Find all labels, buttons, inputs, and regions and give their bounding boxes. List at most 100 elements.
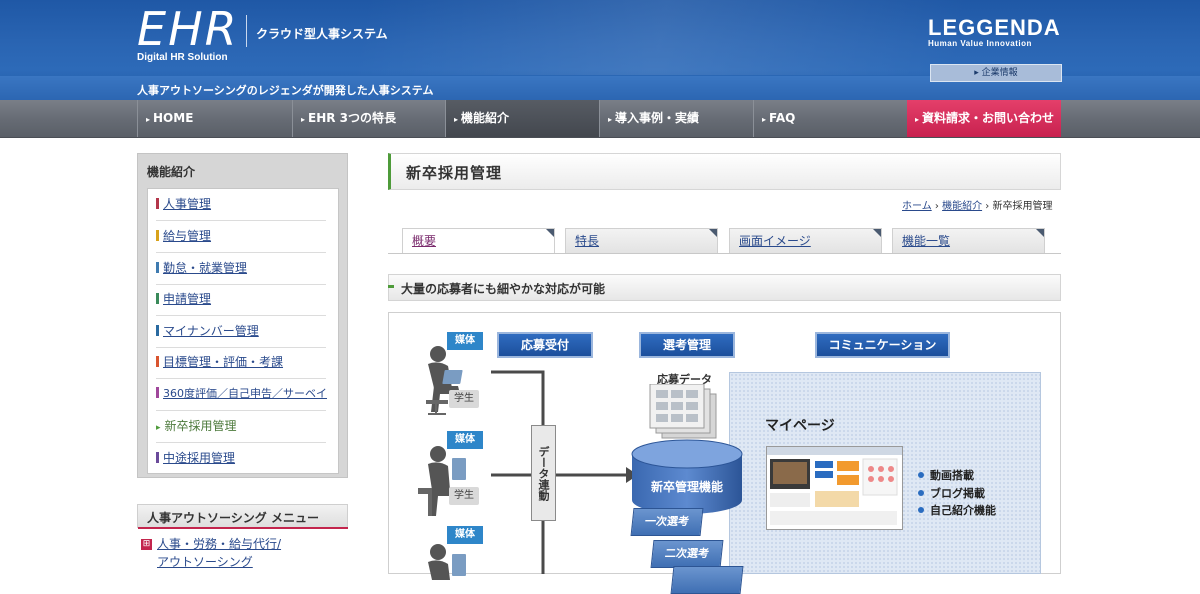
- data-link-box: データ連動: [531, 425, 556, 521]
- tab-label: 画面イメージ: [739, 234, 811, 248]
- sidebar-item-payroll[interactable]: 給与管理: [156, 226, 211, 246]
- student-person-icon: [418, 446, 466, 516]
- nav-label: 資料請求・お問い合わせ: [922, 111, 1055, 125]
- item-marker: [156, 356, 159, 367]
- mypage-title: マイページ: [765, 418, 835, 434]
- media-badge: 媒体: [447, 526, 483, 544]
- sidebar-item-evaluation[interactable]: 目標管理・評価・考課: [156, 352, 283, 372]
- tab-features[interactable]: 特長: [565, 228, 718, 253]
- nav-contact[interactable]: ▸ 資料請求・お問い合わせ: [907, 100, 1061, 137]
- feature-video: 動画搭載: [918, 467, 974, 483]
- outsourcing-link-cont[interactable]: アウトソーシング: [157, 553, 253, 570]
- item-marker: [156, 452, 159, 463]
- item-marker: [156, 325, 159, 336]
- breadcrumb-features[interactable]: 機能紹介: [942, 201, 982, 212]
- divider: [156, 252, 326, 253]
- nav-label: 導入事例・実績: [615, 111, 700, 125]
- nav-faq[interactable]: ▸ FAQ: [753, 100, 907, 137]
- nav-features-three[interactable]: ▸ EHR 3つの特長: [292, 100, 445, 137]
- student-badge: 学生: [449, 487, 479, 505]
- breadcrumb-home[interactable]: ホーム: [902, 201, 932, 212]
- site-tagline: 人事アウトソーシングのレジェンダが開発した人事システム: [137, 84, 434, 97]
- corner-icon: [1036, 229, 1044, 237]
- nav-arrow-icon: ▸: [915, 115, 920, 124]
- nav-functions[interactable]: ▸ 機能紹介: [445, 100, 599, 137]
- tab-label: 概要: [412, 234, 437, 248]
- sidebar-item-label: 給与管理: [163, 229, 212, 243]
- ehr-logo[interactable]: EHR Digital HR Solution: [137, 6, 239, 63]
- product-type: クラウド型人事システム: [256, 27, 388, 41]
- divider: [156, 442, 326, 443]
- sidebar-item-label: 勤怠・就業管理: [163, 261, 248, 275]
- item-marker: [156, 293, 159, 304]
- item-marker: [156, 262, 159, 273]
- tab-overview[interactable]: 概要: [402, 228, 555, 253]
- tab-function-list[interactable]: 機能一覧: [892, 228, 1045, 253]
- bullet-icon: [918, 490, 924, 496]
- item-marker: [156, 387, 159, 398]
- feature-label: ブログ掲載: [930, 487, 985, 500]
- bullet-icon: [918, 507, 924, 513]
- data-sheets-icon: [649, 384, 717, 439]
- student-person-icon: [428, 544, 466, 580]
- company-logo[interactable]: LEGGENDA Human Value Innovation: [928, 15, 1061, 49]
- item-marker: [156, 198, 159, 209]
- divider: [156, 347, 326, 348]
- sidebar-item-label: 中途採用管理: [163, 451, 236, 465]
- corner-icon: [546, 229, 554, 237]
- nav-arrow-icon: ▸: [454, 115, 459, 124]
- nav-arrow-icon: ▸: [146, 115, 151, 124]
- sidebar-item-application[interactable]: 申請管理: [156, 289, 211, 309]
- feature-blog: ブログ掲載: [918, 485, 985, 501]
- breadcrumb-sep: ›: [985, 201, 990, 212]
- mypage-preview-image: [767, 447, 902, 525]
- student-badge: 学生: [449, 390, 479, 408]
- nav-arrow-icon: ▸: [301, 115, 306, 124]
- sidebar-item-hr[interactable]: 人事管理: [156, 194, 211, 214]
- sidebar-item-label: マイナンバー管理: [163, 324, 259, 338]
- outsourcing-menu-title: 人事アウトソーシング メニュー: [147, 511, 319, 525]
- student-person-icon: [426, 346, 463, 415]
- sidebar-item-attendance[interactable]: 勤怠・就業管理: [156, 258, 247, 278]
- outsourcing-link[interactable]: 人事・労務・給与代行/: [157, 535, 281, 552]
- sidebar-item-label: 目標管理・評価・考課: [163, 355, 284, 369]
- page-title: 新卒採用管理: [406, 164, 503, 182]
- sidebar-item-newgrad[interactable]: ▸ 新卒採用管理: [156, 416, 237, 436]
- bullet-icon: [918, 472, 924, 478]
- sidebar-item-midcareer[interactable]: 中途採用管理: [156, 448, 235, 468]
- plus-box-icon: ⊞: [141, 539, 152, 550]
- tab-screens[interactable]: 画面イメージ: [729, 228, 882, 253]
- nav-cases[interactable]: ▸ 導入事例・実績: [599, 100, 753, 137]
- section-marker: [388, 285, 394, 288]
- breadcrumb: ホーム › 機能紹介 › 新卒採用管理: [902, 197, 1052, 212]
- logo-divider: [246, 15, 247, 47]
- divider: [156, 284, 326, 285]
- outsourcing-underline: [138, 527, 348, 529]
- sidebar-item-label: 申請管理: [163, 292, 212, 306]
- step-third-screening: [670, 566, 744, 594]
- db-label: 新卒管理機能: [650, 480, 723, 494]
- sidebar-item-mynumber[interactable]: マイナンバー管理: [156, 321, 259, 341]
- corp-info-button[interactable]: ▸ 企業情報: [930, 64, 1062, 82]
- logo-main: EHR: [137, 2, 239, 56]
- breadcrumb-current: 新卒採用管理: [992, 201, 1053, 212]
- sidebar-item-360[interactable]: 360度評価／自己申告／サーベイ: [156, 384, 327, 404]
- step-second-screening: 二次選考: [650, 540, 724, 568]
- sidebar-item-label: 360度評価／自己申告／サーベイ: [163, 387, 327, 400]
- item-marker: [156, 230, 159, 241]
- logo-sub: Digital HR Solution: [137, 52, 228, 63]
- sidebar-item-label: 人事管理: [163, 197, 212, 211]
- nav-home[interactable]: ▸ HOME: [137, 100, 292, 137]
- nav-arrow-icon: ▸: [608, 115, 613, 124]
- mypage-screenshot: [766, 446, 903, 530]
- divider: [156, 315, 326, 316]
- tab-label: 機能一覧: [902, 234, 951, 248]
- breadcrumb-sep: ›: [934, 201, 939, 212]
- sidebar-item-label: 新卒採用管理: [164, 419, 237, 433]
- tab-label: 特長: [575, 234, 600, 248]
- corner-icon: [709, 229, 717, 237]
- divider: [156, 220, 326, 221]
- nav-label: EHR 3つの特長: [308, 111, 397, 125]
- company-name: LEGGENDA: [928, 15, 1061, 40]
- media-badge: 媒体: [447, 431, 483, 449]
